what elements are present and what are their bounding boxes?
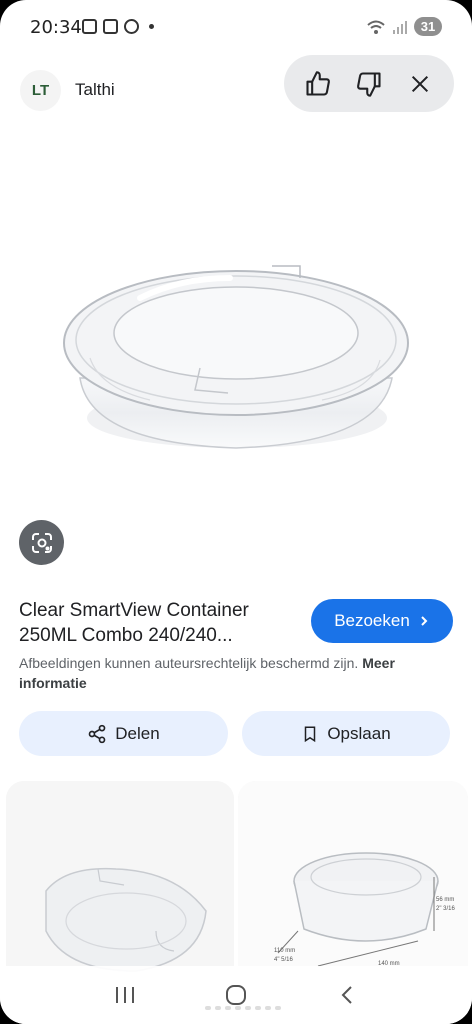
share-label: Delen xyxy=(115,723,160,743)
share-icon xyxy=(88,724,106,743)
visit-label: Bezoeken xyxy=(334,611,410,630)
dislike-button[interactable] xyxy=(349,64,389,104)
navigation-bar xyxy=(0,966,472,1024)
dimension-height-inches: 2" 3/16 xyxy=(436,906,455,912)
thumbs-down-icon xyxy=(357,71,381,97)
container-illustration xyxy=(63,265,409,449)
copyright-text: Afbeeldingen kunnen auteursrechtelijk be… xyxy=(19,655,359,671)
product-title[interactable]: Clear SmartView Container 250ML Combo 24… xyxy=(19,598,299,648)
dimension-depth-inches: 4" 5/16 xyxy=(274,957,293,963)
save-label: Opslaan xyxy=(327,723,391,743)
page-dot xyxy=(275,1006,281,1010)
save-button[interactable]: Opslaan xyxy=(242,711,450,756)
site-logo[interactable]: LT xyxy=(20,70,61,111)
status-notification-icons xyxy=(82,19,154,34)
home-icon xyxy=(225,985,246,1005)
page-dot xyxy=(205,1006,211,1010)
screenshot-icon xyxy=(82,19,97,34)
like-button[interactable] xyxy=(298,64,338,104)
chevron-right-icon xyxy=(421,616,428,626)
pdf-icon xyxy=(103,19,118,34)
feedback-bar xyxy=(284,55,454,112)
back-button[interactable] xyxy=(327,975,367,1015)
battery-indicator: 31 xyxy=(414,17,442,36)
back-icon xyxy=(341,986,352,1004)
page-dot xyxy=(245,1006,251,1010)
page-dot xyxy=(265,1006,271,1010)
google-lens-button[interactable] xyxy=(19,520,64,565)
chrome-icon xyxy=(124,19,139,34)
product-image[interactable] xyxy=(0,128,472,508)
bookmark-icon xyxy=(305,726,316,742)
page-dot xyxy=(225,1006,231,1010)
site-name[interactable]: Talthi xyxy=(75,80,115,100)
close-icon xyxy=(412,75,429,92)
recent-apps-icon xyxy=(116,987,135,1003)
thumbs-up-icon xyxy=(306,70,330,96)
screen: 20:34 31 LT Talthi Clear SmartView Conta… xyxy=(0,0,472,1024)
wifi-icon xyxy=(367,20,385,34)
lens-icon xyxy=(31,532,52,553)
visit-button[interactable]: Bezoeken xyxy=(311,599,453,643)
recent-apps-button[interactable] xyxy=(105,975,145,1015)
page-indicator xyxy=(205,1006,281,1010)
status-time: 20:34 xyxy=(30,17,82,38)
site-logo-text: LT xyxy=(31,82,50,99)
copyright-note: Afbeeldingen kunnen auteursrechtelijk be… xyxy=(19,653,459,693)
share-button[interactable]: Delen xyxy=(19,711,228,756)
page-dot xyxy=(235,1006,241,1010)
dimension-depth: 110 mm xyxy=(274,948,296,954)
page-dot xyxy=(255,1006,261,1010)
close-button[interactable] xyxy=(400,64,440,104)
status-system-icons: 31 xyxy=(366,17,442,36)
more-notifications-icon xyxy=(149,24,154,29)
signal-icon xyxy=(393,20,407,34)
page-dot xyxy=(215,1006,221,1010)
dimension-height: 56 mm xyxy=(436,897,455,903)
status-bar: 20:34 31 xyxy=(0,0,472,56)
